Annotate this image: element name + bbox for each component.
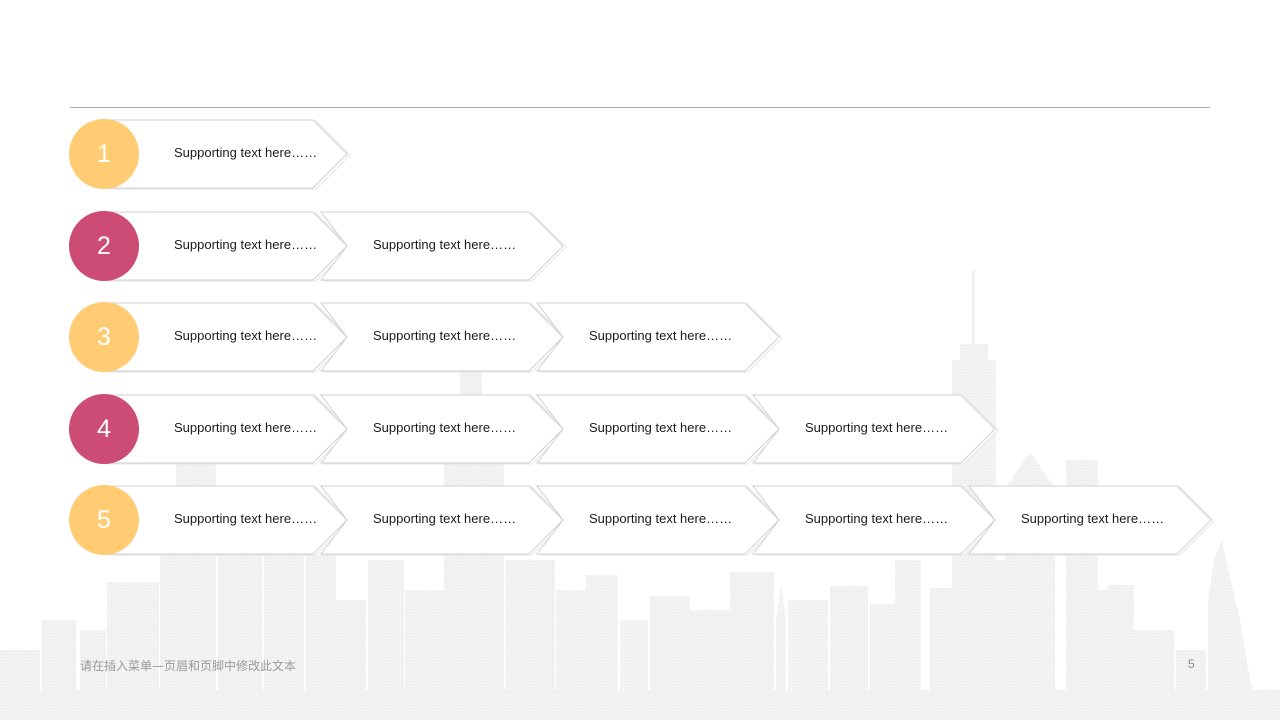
- chevron-arrow-shape: Supporting text here……: [104, 119, 351, 190]
- chevron-arrow-shape: Supporting text here……: [319, 211, 567, 282]
- step-number-circle: 2: [69, 211, 139, 281]
- chevron-arrow-shape: Supporting text here……: [104, 485, 351, 556]
- supporting-text: Supporting text here……: [589, 511, 733, 526]
- step-row: Supporting text here…… Supporting text he…: [0, 394, 1280, 465]
- step-number-circle: 3: [69, 302, 139, 372]
- supporting-text: Supporting text here……: [589, 420, 733, 435]
- supporting-text: Supporting text here……: [805, 420, 949, 435]
- chevron-arrow-shape: Supporting text here……: [535, 485, 783, 556]
- supporting-text: Supporting text here……: [373, 511, 517, 526]
- supporting-text: Supporting text here……: [373, 420, 517, 435]
- supporting-text: Supporting text here……: [174, 328, 318, 343]
- chevron-arrow-shape: Supporting text here……: [535, 394, 783, 465]
- supporting-text: Supporting text here……: [805, 511, 949, 526]
- supporting-text: Supporting text here……: [174, 511, 318, 526]
- page-number: 5: [1188, 657, 1195, 671]
- step-number-circle: 1: [69, 119, 139, 189]
- supporting-text: Supporting text here……: [1021, 511, 1165, 526]
- supporting-text: Supporting text here……: [174, 420, 318, 435]
- chevron-arrow-shape: Supporting text here……: [104, 302, 351, 373]
- footer-text: 请在插入菜单—页眉和页脚中修改此文本: [80, 659, 297, 673]
- step-row: Supporting text here…… Supporting text he…: [0, 485, 1280, 556]
- step-number-circle: 5: [69, 485, 139, 555]
- supporting-text: Supporting text here……: [174, 145, 318, 160]
- chevron-arrow-shape: Supporting text here……: [535, 302, 783, 373]
- top-divider-line: [70, 107, 1210, 108]
- chevron-arrow-shape: Supporting text here……: [319, 394, 567, 465]
- supporting-text: Supporting text here……: [174, 237, 318, 252]
- step-number-circle: 4: [69, 394, 139, 464]
- chevron-arrow-shape: Supporting text here……: [319, 485, 567, 556]
- chevron-arrow-shape: Supporting text here……: [751, 394, 999, 465]
- chevron-arrow-shape: Supporting text here……: [751, 485, 999, 556]
- chevron-arrow-shape: Supporting text here……: [104, 211, 351, 282]
- supporting-text: Supporting text here……: [589, 328, 733, 343]
- supporting-text: Supporting text here……: [373, 328, 517, 343]
- chevron-arrow-shape: Supporting text here……: [967, 485, 1215, 556]
- supporting-text: Supporting text here……: [373, 237, 517, 252]
- slide: Supporting text here…… 1 Supporting text h…: [0, 0, 1280, 720]
- step-row: Supporting text here…… Supporting text he…: [0, 211, 1280, 282]
- chevron-arrow-shape: Supporting text here……: [104, 394, 351, 465]
- step-row: Supporting text here…… 1: [0, 119, 1280, 190]
- chevron-arrow-shape: Supporting text here……: [319, 302, 567, 373]
- step-row: Supporting text here…… Supporting text he…: [0, 302, 1280, 373]
